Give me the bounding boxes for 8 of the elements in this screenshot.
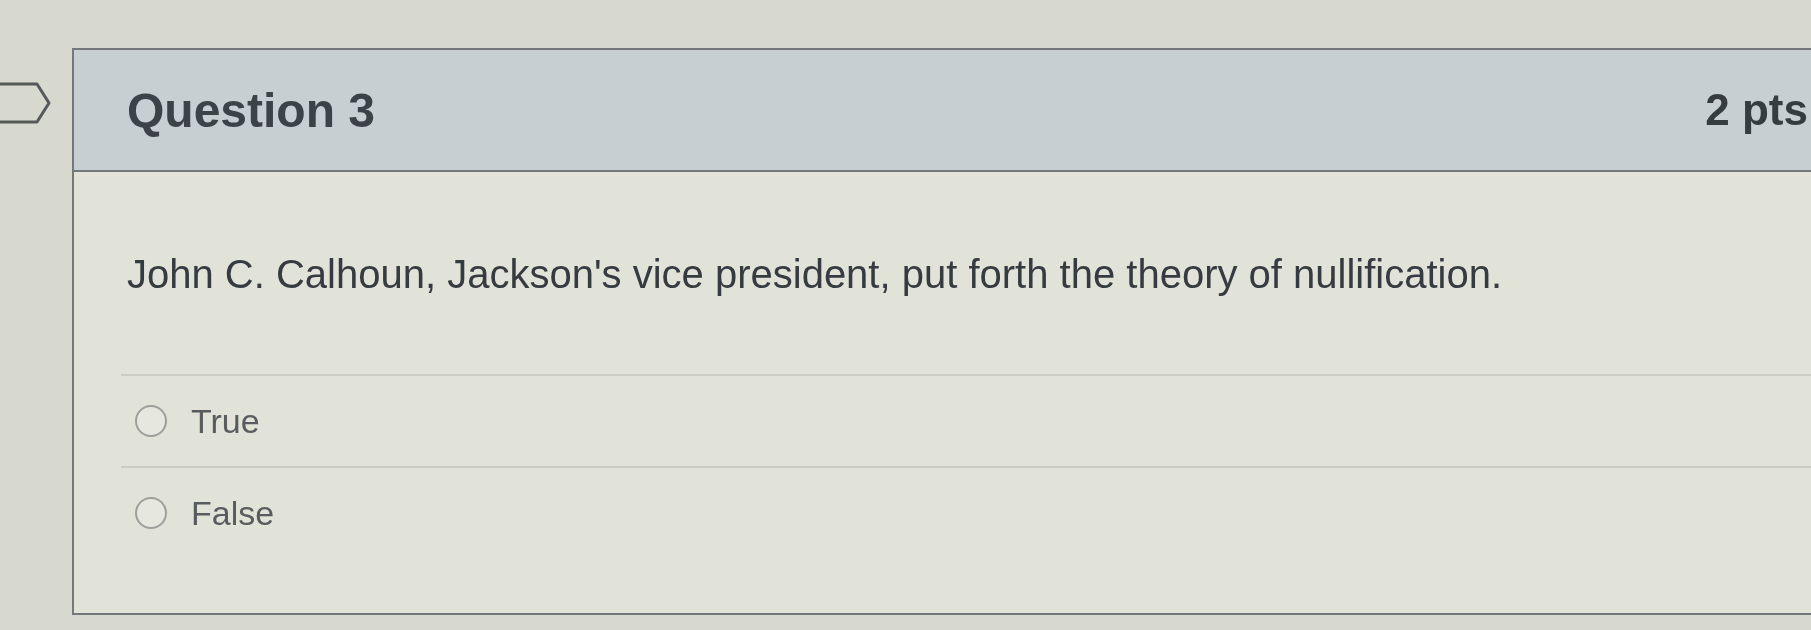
radio-button[interactable] xyxy=(135,497,167,529)
answer-label[interactable]: False xyxy=(191,493,275,533)
radio-button[interactable] xyxy=(135,405,167,437)
question-text: John C. Calhoun, Jackson's vice president, put forth the theory of nullification. xyxy=(127,251,1504,298)
points-label: 2 pts xyxy=(1705,85,1808,135)
question-title: Question 3 xyxy=(127,82,376,138)
bookmark-icon[interactable] xyxy=(0,82,52,124)
answer-label[interactable]: True xyxy=(191,401,260,441)
